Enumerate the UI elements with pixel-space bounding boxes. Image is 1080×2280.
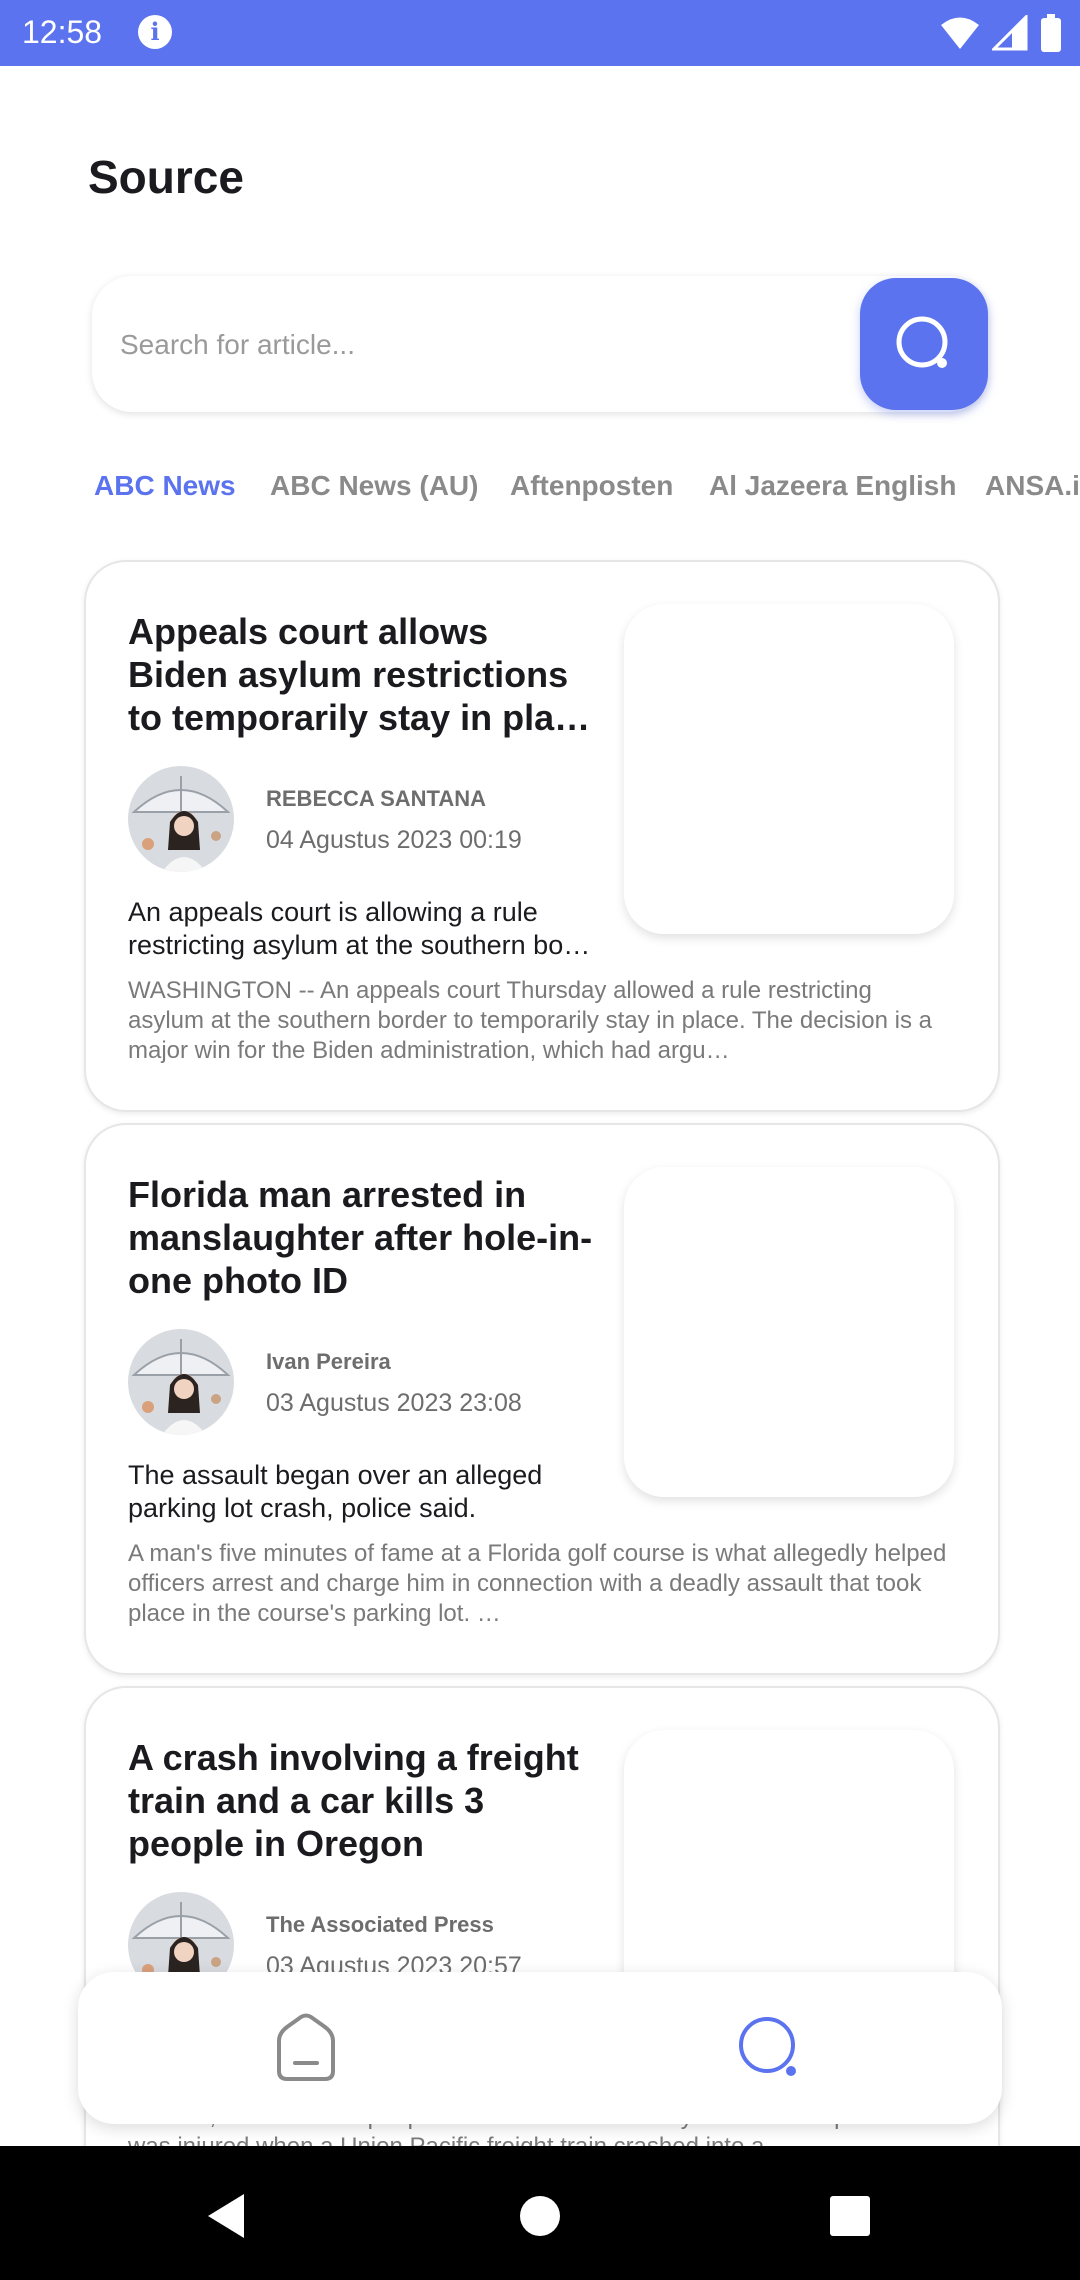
nav-home-button[interactable]: [256, 1998, 356, 2098]
nav-search-button[interactable]: [720, 1998, 820, 2098]
article-content: WASHINGTON -- An appeals court Thursday …: [128, 977, 932, 1064]
article-image: [624, 1167, 954, 1497]
tab-aftenposten[interactable]: Aftenposten: [510, 470, 673, 502]
recents-icon: [830, 2196, 870, 2236]
bottom-navigation: [78, 1972, 1002, 2124]
article-author: REBECCA SANTANA: [266, 786, 486, 811]
article-card[interactable]: Appeals court allows Biden asylum restri…: [84, 560, 1000, 1112]
search-icon: [896, 316, 948, 368]
tab-abc-news[interactable]: ABC News: [94, 470, 236, 502]
home-button[interactable]: [510, 2186, 570, 2246]
article-image: [624, 604, 954, 934]
status-icons: [940, 12, 1062, 54]
search-icon: [739, 2017, 796, 2076]
author-avatar: [128, 766, 234, 872]
article-content: A man's five minutes of fame at a Florid…: [128, 1540, 947, 1627]
search-bar: [92, 276, 988, 414]
tab-ansa[interactable]: ANSA.it: [985, 470, 1080, 502]
status-time: 12:58: [22, 14, 103, 50]
article-title: Florida man arrested in manslaughter aft…: [128, 1174, 593, 1301]
article-card[interactable]: Florida man arrested in manslaughter aft…: [84, 1123, 1000, 1675]
page-title: Source: [88, 151, 244, 203]
article-date: 04 Agustus 2023 00:19: [266, 826, 522, 854]
article-author: Ivan Pereira: [266, 1349, 391, 1374]
article-description: An appeals court is allowing a rule rest…: [128, 897, 591, 960]
signal-icon: [992, 15, 1028, 51]
tab-al-jazeera-english[interactable]: Al Jazeera English: [709, 470, 956, 502]
battery-icon: [1041, 14, 1061, 52]
wifi-icon: [941, 17, 979, 49]
article-title: A crash involving a freight train and a …: [128, 1737, 579, 1864]
info-icon: i: [138, 15, 172, 49]
search-input[interactable]: [118, 276, 702, 414]
recents-button[interactable]: [820, 2186, 880, 2246]
article-description: The assault began over an alleged parkin…: [128, 1460, 543, 1523]
home-circle-icon: [520, 2196, 560, 2236]
article-author: The Associated Press: [266, 1912, 494, 1937]
search-button[interactable]: [860, 278, 988, 410]
article-date: 03 Agustus 2023 23:08: [266, 1389, 522, 1417]
back-button[interactable]: [196, 2186, 256, 2246]
status-bar: 12:58 i: [0, 0, 1080, 66]
article-title: Appeals court allows Biden asylum restri…: [128, 611, 595, 738]
back-icon: [208, 2194, 244, 2238]
home-icon: [277, 2013, 335, 2081]
author-avatar: [128, 1329, 234, 1435]
system-navigation-bar: [0, 2146, 1080, 2280]
source-tabs: ABC News ABC News (AU) Aftenposten Al Ja…: [0, 460, 1080, 520]
tab-abc-news-au[interactable]: ABC News (AU): [270, 470, 478, 502]
